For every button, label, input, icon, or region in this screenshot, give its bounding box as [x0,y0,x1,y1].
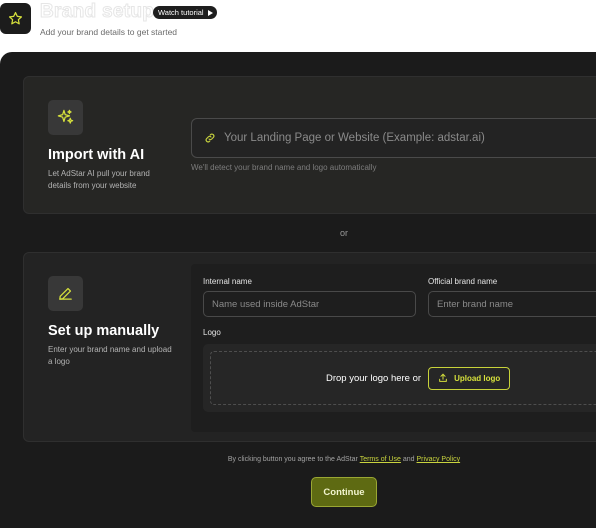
link-icon [205,133,215,143]
setup-panel: Import with AI Let AdStar AI pull your b… [0,52,596,528]
logo-drop-area: Drop your logo here or Upload logo [210,351,596,405]
page-header: Brand setup Watch tutorial Add your bran… [0,0,596,52]
manual-setup-description: Enter your brand name and upload a logo [48,345,172,366]
upload-icon [439,373,447,382]
upload-logo-button[interactable]: Upload logo [428,366,511,390]
consent-prefix: By clicking button you agree to the AdSt… [227,456,358,463]
import-ai-title: Import with AI [48,147,145,163]
manual-setup-card: Set up manually Enter your brand name an… [23,252,596,442]
consent-text: By clicking button you agree to the AdSt… [0,456,596,463]
import-ai-card: Import with AI Let AdStar AI pull your b… [23,76,596,214]
or-divider: or [339,228,348,238]
ai-icon-tile [48,100,83,135]
website-url-input[interactable]: Your Landing Page or Website (Example: a… [191,118,596,158]
terms-of-use-link[interactable]: Terms of Use [360,456,401,463]
logo-label: Logo [203,328,221,337]
official-name-placeholder: Enter brand name [437,298,514,310]
brand-logo-tile [0,3,31,34]
star-icon [8,11,23,25]
detect-helper-text: We'll detect your brand name and logo au… [191,163,377,172]
internal-name-input[interactable]: Name used inside AdStar [203,291,416,317]
upload-logo-label: Upload logo [454,373,501,383]
official-name-label: Official brand name [428,277,498,286]
internal-name-label: Internal name [203,277,252,286]
manual-setup-title: Set up manually [48,323,160,339]
import-ai-description: Let AdStar AI pull your brand details fr… [48,169,150,190]
manual-icon-tile [48,276,83,311]
consent-and: and [402,456,415,463]
privacy-policy-link[interactable]: Privacy Policy [417,456,461,463]
pencil-icon [59,287,72,300]
official-name-input[interactable]: Enter brand name [428,291,596,317]
page-subtitle: Add your brand details to get started [40,27,178,37]
website-url-placeholder: Your Landing Page or Website (Example: a… [224,132,485,144]
manual-form: Internal name Name used inside AdStar Of… [191,264,596,432]
watch-tutorial-button[interactable]: Watch tutorial [153,6,217,19]
watch-tutorial-label: Watch tutorial [158,8,204,17]
continue-button[interactable]: Continue [311,477,377,507]
play-icon [207,9,213,16]
logo-drop-zone[interactable]: Drop your logo here or Upload logo [203,344,596,412]
drop-logo-text: Drop your logo here or [326,372,422,384]
sparkles-icon [57,109,74,124]
internal-name-placeholder: Name used inside AdStar [212,298,320,310]
page-title: Brand setup [39,1,155,23]
